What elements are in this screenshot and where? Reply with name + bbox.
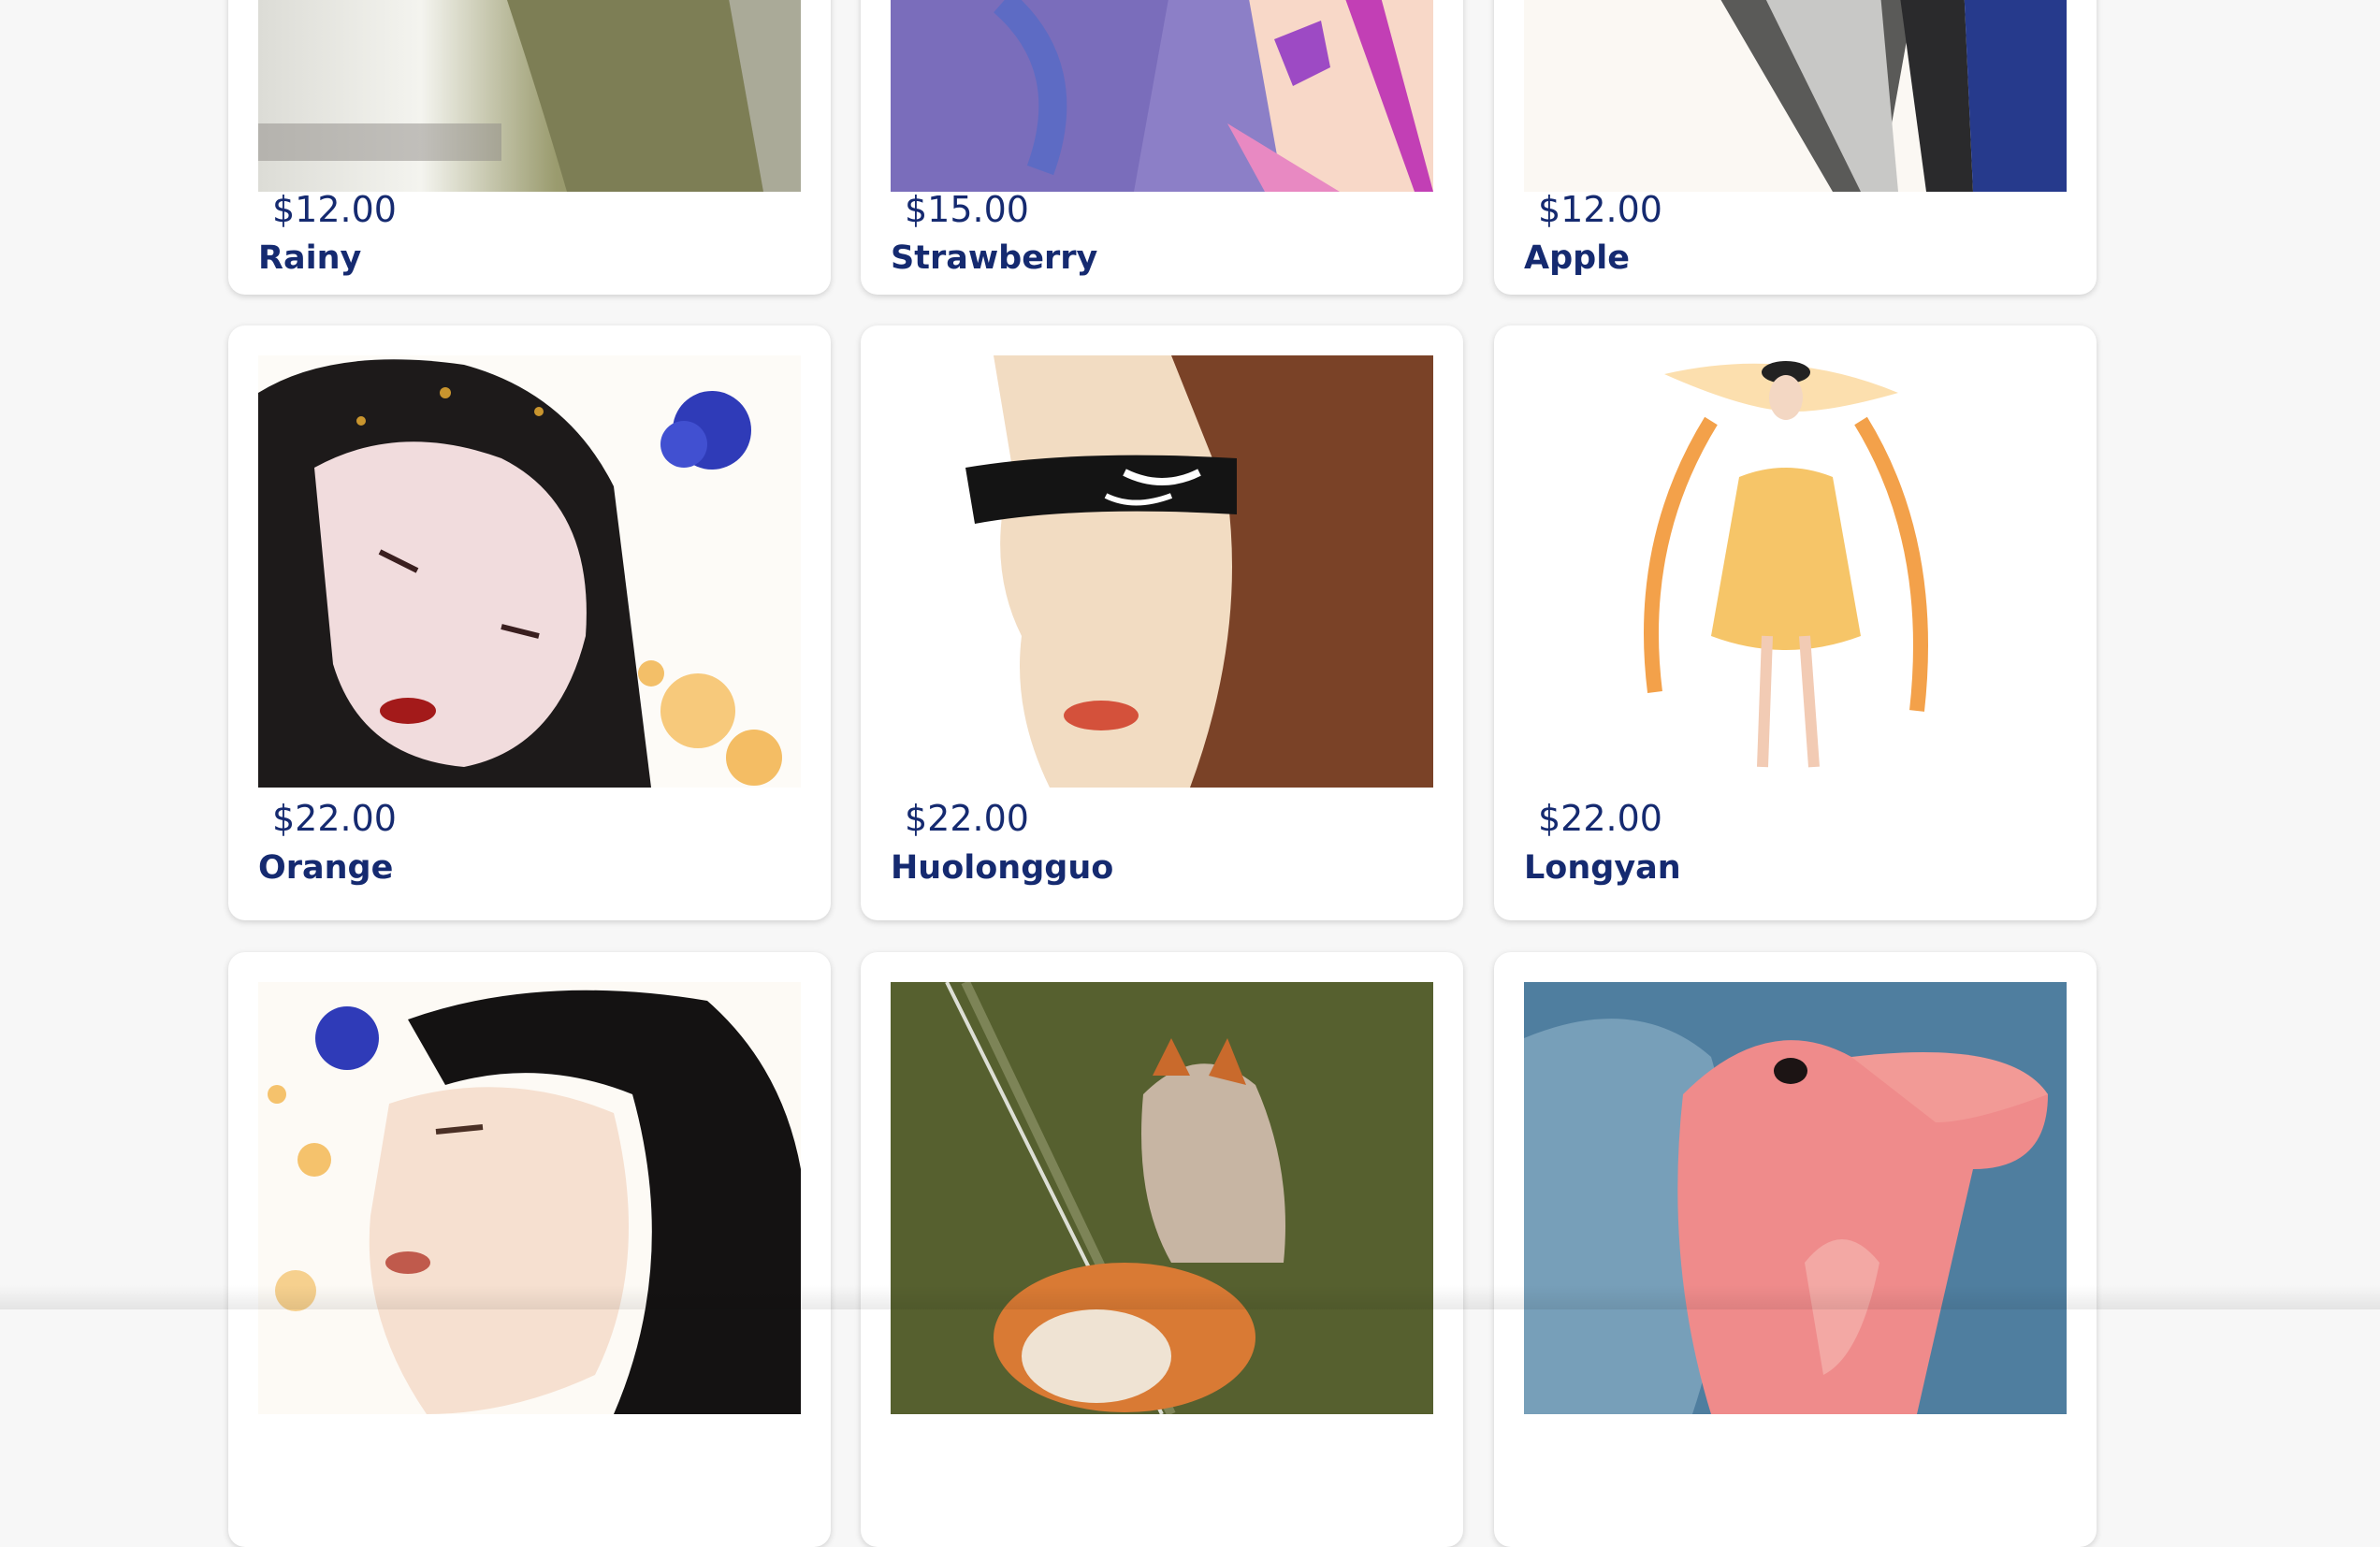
product-card-pink-bunny[interactable] [1494,952,2097,1547]
product-title[interactable]: Orange [258,849,393,887]
product-image-cat[interactable] [258,0,801,192]
product-card-strawberry[interactable]: $15.00 Strawberry [861,0,1463,295]
product-card-huolongguo[interactable]: $22.00 Huolongguo [861,325,1463,920]
product-image-pink-bunny[interactable] [1524,982,2067,1414]
product-grid: $12.00 Rainy $15.00 Strawberry $12.00 Ap… [0,0,2380,1547]
product-card-man-portrait[interactable] [228,952,831,1547]
product-card-fox[interactable] [861,952,1463,1547]
product-image-abstract[interactable] [891,0,1433,192]
product-image-man-portrait[interactable] [258,982,801,1414]
product-image-fairy-dancer[interactable] [1524,355,2067,788]
product-price: $15.00 [905,189,1029,230]
product-price: $22.00 [1538,798,1662,839]
product-card-orange[interactable]: $22.00 Orange [228,325,831,920]
product-price: $22.00 [272,798,397,839]
product-price: $12.00 [1538,189,1662,230]
product-card-longyan[interactable]: $22.00 Longyan [1494,325,2097,920]
product-card-rainy[interactable]: $12.00 Rainy [228,0,831,295]
product-image-ink-robe[interactable] [1524,0,2067,192]
product-card-apple[interactable]: $12.00 Apple [1494,0,2097,295]
product-title[interactable]: Apple [1524,239,1630,277]
product-title[interactable]: Strawberry [891,239,1097,277]
product-title[interactable]: Huolongguo [891,849,1113,887]
product-image-fox[interactable] [891,982,1433,1414]
product-price: $12.00 [272,189,397,230]
product-title[interactable]: Rainy [258,239,361,277]
product-price: $22.00 [905,798,1029,839]
product-title[interactable]: Longyan [1524,849,1681,887]
product-image-blindfolded-woman[interactable] [891,355,1433,788]
product-image-woman-dark-hair[interactable] [258,355,801,788]
